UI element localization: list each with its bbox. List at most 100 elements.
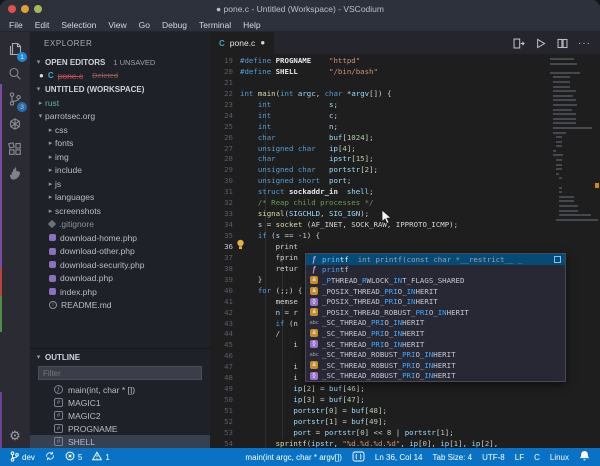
git-branch-status[interactable]: dev [6,450,39,464]
line-number[interactable]: 23 [210,100,240,111]
line-number[interactable]: 28 [210,154,240,165]
line-number[interactable]: 45 [210,340,240,351]
notifications-status[interactable] [575,450,594,464]
suggestion-item[interactable]: ƒ printf int printf(const char *__restrict… [306,254,565,265]
symbol-scope-status[interactable] [348,451,369,464]
line-number[interactable]: 42 [210,308,240,319]
suggestion-item[interactable]: a _POSIX_THREAD_PRIO_INHERIT [306,286,565,297]
activity-source-control-button[interactable]: 3 [0,89,30,114]
outline-header[interactable]: ▾ OUTLINE [30,350,210,364]
code-text[interactable]: unsigned short port; [240,176,351,187]
menu-view[interactable]: View [102,20,132,30]
line-number[interactable]: 51 [210,406,240,417]
cursor-position-status[interactable]: Ln 36, Col 14 [371,453,427,462]
outline-item-MAGIC1[interactable]: # MAGIC1 [30,396,210,409]
code-text[interactable]: retur [240,264,298,275]
line-number[interactable]: 34 [210,220,240,231]
sync-status[interactable] [41,451,59,463]
suggestion-item[interactable]: a _POSIX_THREAD_ROBUST_PRIO_INHERIT [306,307,565,318]
outline-item-main[interactable]: ƒ main(int, char * []) [30,383,210,396]
line-number[interactable]: 26 [210,133,240,144]
line-number[interactable]: 37 [210,253,240,264]
split-editor-icon[interactable] [556,37,569,50]
menu-file[interactable]: File [3,20,29,30]
code-text[interactable]: i [240,373,297,384]
line-number[interactable]: 19 [210,56,240,67]
activity-search-button[interactable] [0,64,30,89]
activity-hand-extension-button[interactable] [0,164,30,189]
folder-rust[interactable]: ▸ rust [30,96,210,110]
code-text[interactable]: port = portstr[0] << 8 | portstr[1]; [240,428,453,439]
activity-extensions-button[interactable] [0,139,30,164]
menu-terminal[interactable]: Terminal [193,20,237,30]
suggestion-item[interactable]: ƒ printf [306,265,565,276]
line-number[interactable]: 50 [210,395,240,406]
suggestion-item[interactable]: {} _SC_THREAD_ROBUST_PRIO_INHERIT [306,371,565,382]
file-download.php[interactable]: download.php [30,272,210,286]
code-text[interactable]: int c; [240,111,338,122]
line-number[interactable]: 25 [210,122,240,133]
folder-js[interactable]: ▸ js [30,177,210,191]
language-status[interactable]: C [530,453,544,462]
line-number[interactable]: 20 [210,67,240,78]
line-number[interactable]: 46 [210,351,240,362]
suggestion-item[interactable]: a _SC_THREAD_PRIO_INHERIT [306,328,565,339]
code-text[interactable]: sprintf(ipstr, "%d.%d.%d.%d", ip[0], ip[… [240,439,499,448]
more-actions-icon[interactable]: ··· [578,38,591,49]
menu-help[interactable]: Help [237,20,266,30]
eol-status[interactable]: LF [511,453,528,462]
code-text[interactable]: signal(SIGCHLD, SIG_IGN); [240,209,369,220]
folder-languages[interactable]: ▸ languages [30,191,210,205]
code-text[interactable]: ip[3] = buf[47]; [240,395,364,406]
file-README.md[interactable]: i README.md [30,299,210,313]
code-text[interactable]: char ipstr[15]; [240,154,374,165]
suggestion-item[interactable]: a _SC_THREAD_ROBUST_PRIO_INHERIT [306,360,565,371]
code-text[interactable]: unsigned char ip[4]; [240,144,356,155]
workspace-header[interactable]: ▾ UNTITLED (WORKSPACE) [30,82,210,96]
indentation-status[interactable]: Tab Size: 4 [429,453,477,462]
tab-pone.c[interactable]: C pone.c ● [210,32,275,54]
line-number[interactable]: 33 [210,209,240,220]
lightbulb-icon[interactable] [236,239,245,250]
menu-go[interactable]: Go [133,20,156,30]
code-text[interactable]: for (;;) { [240,286,303,297]
folder-parrotsec.org[interactable]: ▾ parrotsec.org [30,110,210,124]
line-number[interactable]: 29 [210,165,240,176]
encoding-status[interactable]: UTF-8 [478,453,509,462]
file-index.php[interactable]: index.php [30,285,210,299]
os-status[interactable]: Linux [546,453,573,462]
code-text[interactable]: #define PROGNAME "httpd" [240,56,360,67]
suggestion-item[interactable]: {} _SC_THREAD_PRIO_INHERIT [306,339,565,350]
code-text[interactable]: int s; [240,100,338,111]
line-number[interactable]: 38 [210,264,240,275]
open-changes-icon[interactable] [512,37,525,50]
folder-screenshots[interactable]: ▸ screenshots [30,204,210,218]
menu-selection[interactable]: Selection [55,20,102,30]
code-text[interactable]: if (n [240,319,298,330]
line-number[interactable]: 22 [210,89,240,100]
code-text[interactable]: #define SHELL "/bin/bash" [240,67,378,78]
code-editor[interactable]: 19 #define PROGNAME "httpd" 20 #define SHEL… [210,54,600,448]
code-text[interactable]: portstr[1] = buf[49]; [240,417,387,428]
code-text[interactable]: memse [240,297,298,308]
file-.gitignore[interactable]: .gitignore [30,218,210,232]
line-number[interactable]: 30 [210,176,240,187]
minimize-window-button[interactable] [21,5,29,13]
current-symbol-status[interactable]: main(int argc, char * argv[]) [241,453,345,462]
line-number[interactable]: 27 [210,144,240,155]
line-number[interactable]: 52 [210,417,240,428]
line-number[interactable]: 48 [210,373,240,384]
suggestion-item[interactable]: {} _POSIX_THREAD_PRIO_INHERIT [306,296,565,307]
code-text[interactable]: print [240,242,298,253]
line-number[interactable]: 53 [210,428,240,439]
code-text[interactable]: / [240,329,280,340]
outline-item-MAGIC2[interactable]: # MAGIC2 [30,409,210,422]
code-text[interactable]: int n; [240,122,338,133]
line-number[interactable]: 40 [210,286,240,297]
suggestion-item[interactable]: abc _SC_THREAD_PRIO_INHERIT [306,318,565,329]
gear-icon[interactable]: ⚙ [0,429,30,443]
code-text[interactable]: fprin [240,253,298,264]
line-number[interactable]: 44 [210,329,240,340]
code-text[interactable]: portstr[0] = buf[48]; [240,406,387,417]
close-window-button[interactable] [8,5,16,13]
